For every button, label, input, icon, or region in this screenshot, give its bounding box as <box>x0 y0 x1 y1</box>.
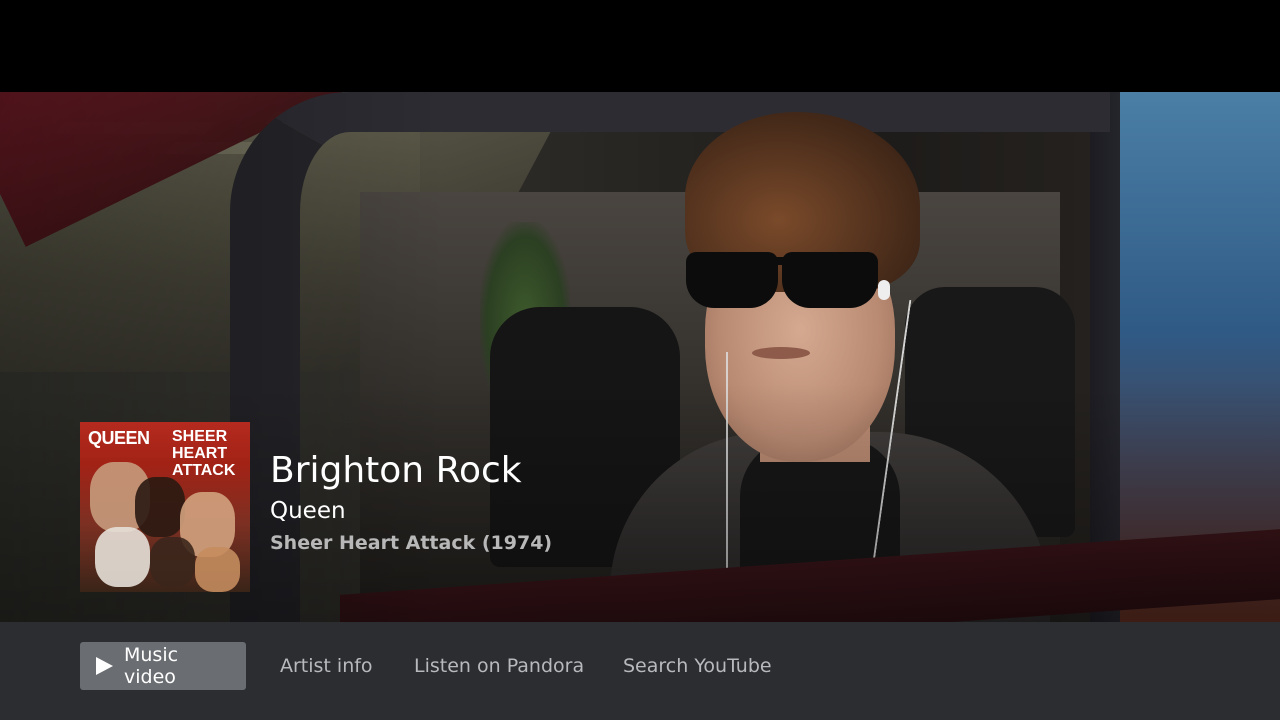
search-youtube-button[interactable]: Search YouTube <box>623 642 772 690</box>
album-art-title-text: SHEER HEART ATTACK <box>172 428 236 479</box>
track-title: Brighton Rock <box>270 450 522 491</box>
track-album: Sheer Heart Attack (1974) <box>270 532 553 554</box>
music-video-label: Music video <box>124 644 179 688</box>
track-artist: Queen <box>270 498 346 524</box>
tv-screen: QUEEN SHEER HEART ATTACK Brighton Rock Q… <box>0 0 1280 720</box>
artist-info-button[interactable]: Artist info <box>280 642 373 690</box>
album-art-band-text: QUEEN <box>88 428 150 448</box>
listen-on-pandora-label: Listen on Pandora <box>414 655 585 677</box>
listen-on-pandora-button[interactable]: Listen on Pandora <box>414 642 584 690</box>
artist-info-label: Artist info <box>280 655 373 677</box>
search-youtube-label: Search YouTube <box>623 655 772 677</box>
play-icon <box>96 657 113 675</box>
music-video-button[interactable]: Music video <box>80 642 246 690</box>
album-art: QUEEN SHEER HEART ATTACK <box>80 422 250 592</box>
action-bar: Music video Artist info Listen on Pandor… <box>0 622 1280 720</box>
